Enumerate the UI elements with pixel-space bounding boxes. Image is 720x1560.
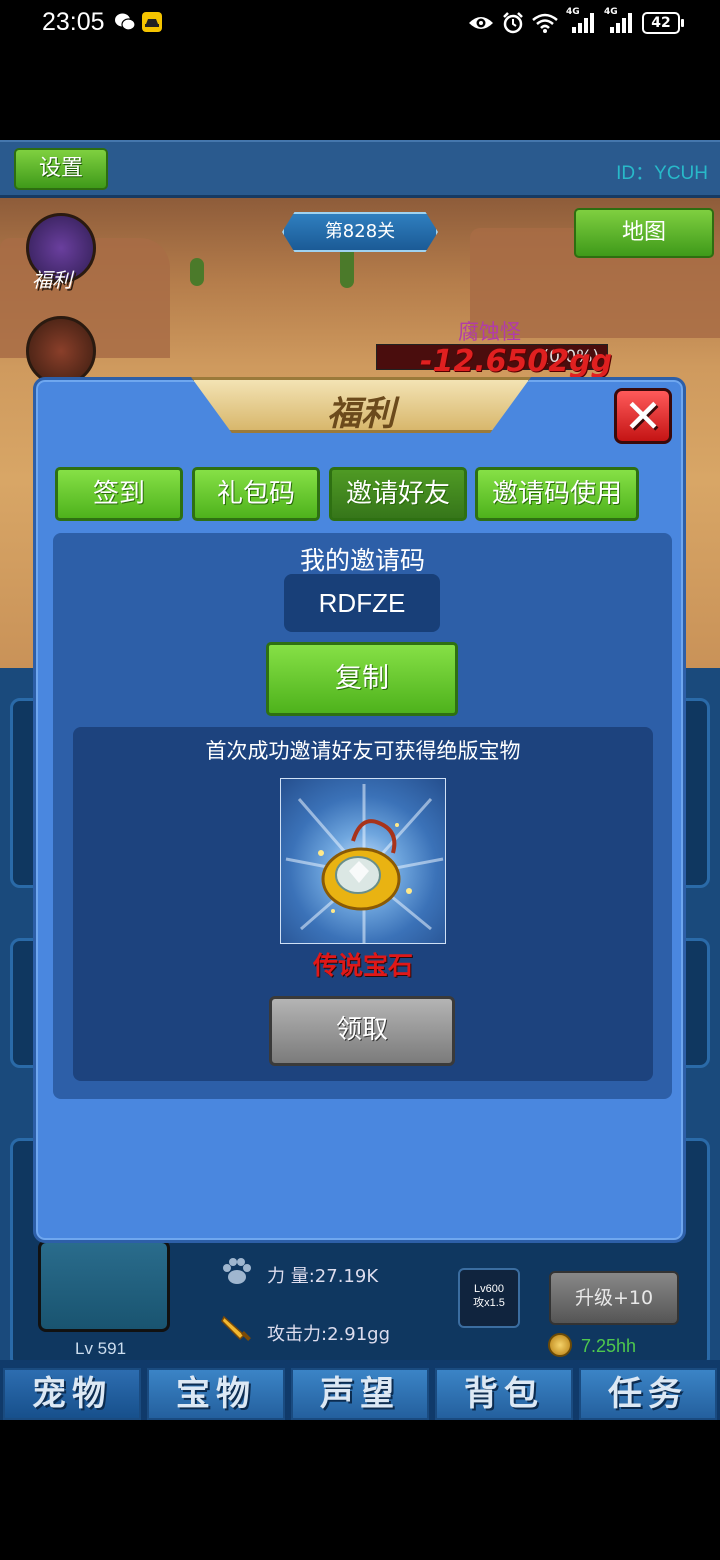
alarm-icon [503, 12, 523, 34]
copy-button[interactable]: 复制 [266, 642, 458, 716]
signal-icon-2: 4G [604, 7, 634, 35]
upgrade-button[interactable]: 升级+10 [549, 1271, 679, 1325]
status-right-group: 4G 4G 42 [468, 7, 684, 37]
level-bonus-line1: Lv600 [474, 1283, 504, 1295]
tab-reputation[interactable]: 声望 [291, 1368, 429, 1420]
level-bonus-tile: Lv600 攻x1.5 [458, 1268, 520, 1328]
stage-banner: 第828关 [282, 212, 438, 252]
close-icon: ✕ [623, 389, 663, 443]
screen: 23:05 4G 4G 42 设置 ID：YCUH 第828关 地图 福利 腐蚀… [0, 0, 720, 1560]
taxi-app-icon [142, 12, 162, 32]
claim-button[interactable]: 领取 [269, 996, 455, 1066]
tab-gift-code[interactable]: 礼包码 [192, 467, 320, 521]
side-welfare-label: 福利 [32, 268, 72, 292]
tab-quests[interactable]: 任务 [579, 1368, 717, 1420]
game-top-bar: 设置 ID：YCUH [0, 140, 720, 198]
bottom-tab-bar: 宠物 宝物 声望 背包 任务 [0, 1360, 720, 1420]
paw-icon [223, 1258, 251, 1284]
user-id: ID：YCUH [616, 163, 708, 184]
pet-portrait[interactable] [38, 1240, 170, 1332]
eye-icon [469, 17, 493, 29]
reward-name: 传说宝石 [312, 951, 413, 980]
invite-title: 我的邀请码 [299, 546, 425, 575]
wifi-icon [532, 13, 558, 33]
tab-treasures[interactable]: 宝物 [147, 1368, 285, 1420]
battery-icon: 42 [642, 12, 684, 34]
sword-icon [221, 1315, 251, 1341]
welfare-dialog: 福利 ✕ 签到 礼包码 邀请好友 邀请码使用 我的邀请码 RDFZE 复制 首次… [33, 377, 686, 1243]
upgrade-cost: 7.25hh [581, 1336, 637, 1356]
treasure-chest-icon[interactable] [26, 316, 96, 386]
invite-panel: 我的邀请码 RDFZE 复制 首次成功邀请好友可获得绝版宝物 传说宝石 领取 [53, 533, 672, 1099]
map-button[interactable]: 地图 [574, 208, 714, 258]
legendary-gem-icon [280, 778, 446, 944]
invite-code: RDFZE [284, 574, 440, 632]
status-bar: 23:05 4G 4G 42 [0, 0, 720, 46]
reward-description: 首次成功邀请好友可获得绝版宝物 [205, 739, 521, 763]
tab-backpack[interactable]: 背包 [435, 1368, 573, 1420]
monster-name: 腐蚀怪 [458, 320, 521, 344]
tab-pets[interactable]: 宠物 [3, 1368, 141, 1420]
reward-panel: 首次成功邀请好友可获得绝版宝物 传说宝石 领取 [73, 727, 653, 1081]
pet-power: 力 量:27.19K [267, 1266, 379, 1287]
status-time: 23:05 [42, 8, 105, 36]
damage-number: -12.6502gg [420, 344, 613, 379]
tab-sign-in[interactable]: 签到 [55, 467, 183, 521]
cactus [190, 258, 204, 286]
wechat-icon [115, 13, 136, 31]
dialog-title: 福利 [327, 394, 395, 434]
tab-invite-friends[interactable]: 邀请好友 [329, 467, 467, 521]
coin-icon [548, 1333, 572, 1357]
level-bonus-line2: 攻x1.5 [473, 1297, 505, 1309]
dialog-title-plate: 福利 [191, 377, 531, 433]
pet-level: Lv 591 [75, 1339, 127, 1358]
close-button[interactable]: ✕ [614, 388, 672, 444]
signal-icon: 4G [566, 7, 596, 35]
pet-attack: 攻击力:2.91gg [267, 1324, 390, 1345]
settings-button[interactable]: 设置 [14, 148, 108, 190]
tab-use-invite-code[interactable]: 邀请码使用 [475, 467, 639, 521]
